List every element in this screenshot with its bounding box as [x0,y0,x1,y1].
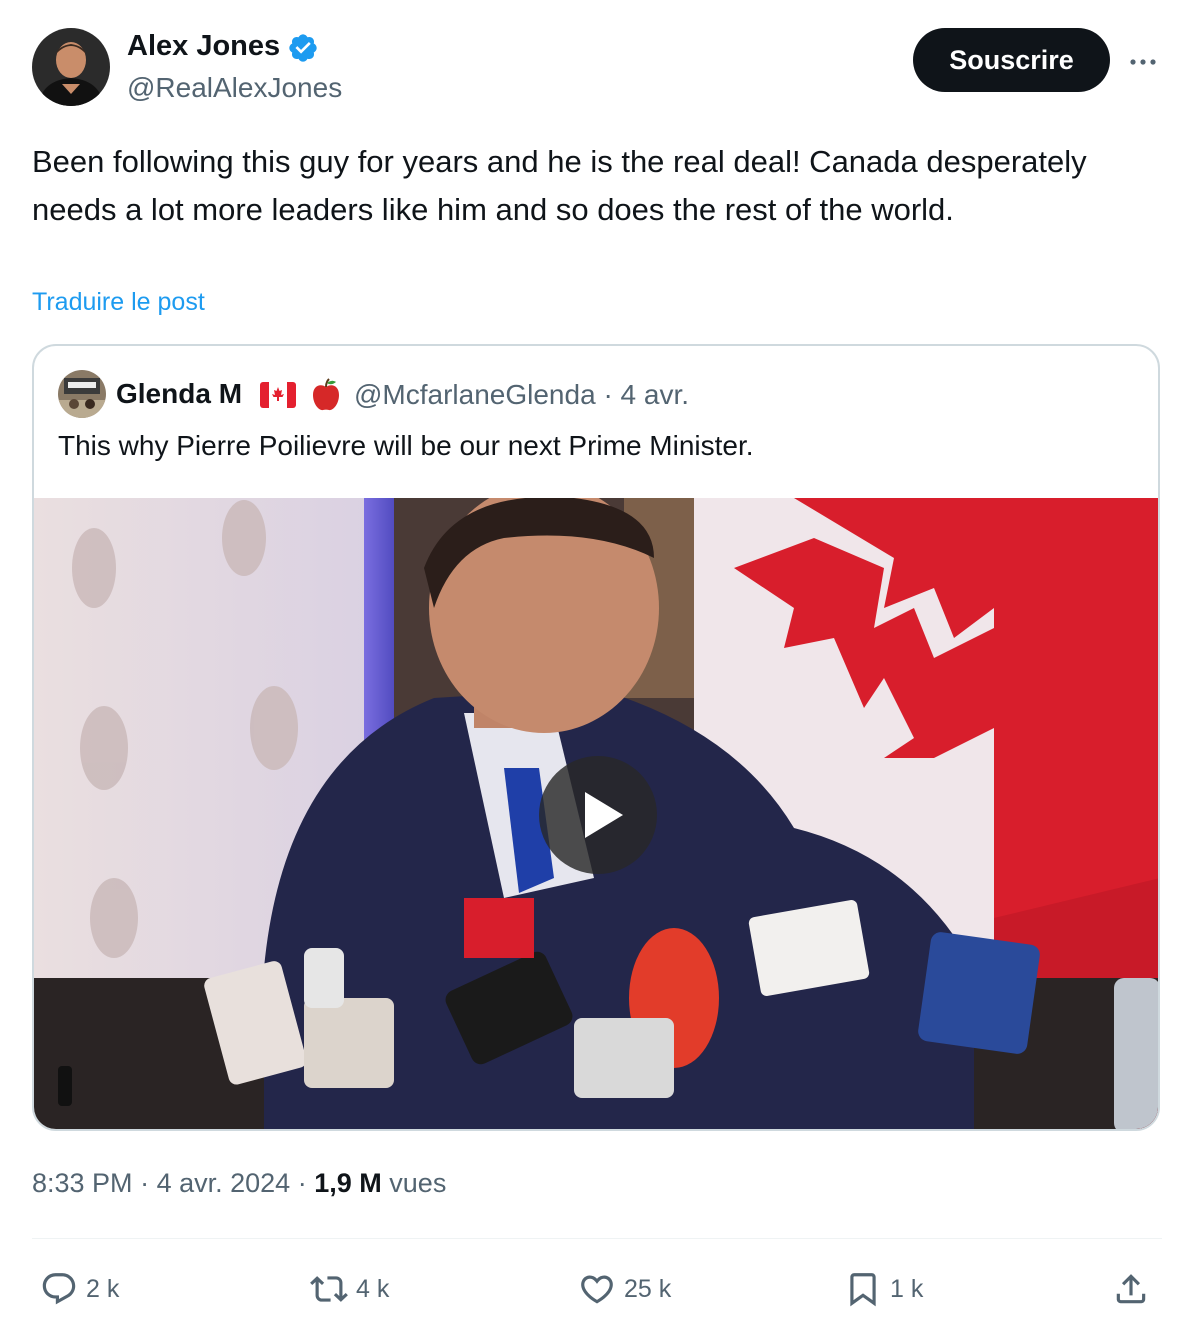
meta-separator: · [140,1168,150,1198]
repost-icon [310,1276,348,1302]
video-play-icon [585,792,623,838]
canada-flag-icon [260,382,296,408]
quote-author-handle[interactable]: @McfarlaneGlenda [354,379,596,410]
author-name[interactable]: Alex Jones [127,30,280,63]
translate-post-link[interactable]: Traduire le post [32,288,205,317]
avatar-image [32,28,110,106]
post-time[interactable]: 8:33 PM [32,1168,133,1198]
author-avatar[interactable] [32,28,110,106]
repost-button[interactable]: 4 k [310,1264,389,1314]
like-count: 25 k [624,1274,672,1303]
like-button[interactable]: 25 k [578,1264,671,1314]
quote-author-avatar[interactable] [58,370,106,418]
quoted-post-card[interactable]: Glenda M @McfarlaneGlenda · 4 avr. This … [32,344,1160,1131]
post-text: Been following this guy for years and he… [32,144,1087,227]
post-meta: 8:33 PM · 4 avr. 2024 · 1,9 M vues [32,1168,446,1199]
more-options-icon[interactable] [1125,44,1161,80]
heart-icon [581,1275,613,1304]
views-count: 1,9 M [314,1168,382,1198]
views-label: vues [389,1168,447,1198]
bookmark-icon [850,1273,876,1307]
video-thumbnail[interactable] [34,498,1158,1129]
divider [32,1238,1162,1239]
quote-meta: @McfarlaneGlenda · 4 avr. [354,379,689,411]
share-button[interactable] [1112,1264,1158,1314]
quote-avatar-image [58,370,106,418]
bookmark-count: 1 k [890,1274,924,1303]
share-icon [1116,1274,1146,1304]
video-play-button[interactable] [539,756,657,874]
apple-icon [313,378,339,411]
quote-date[interactable]: 4 avr. [621,379,689,410]
verified-badge-icon [289,34,317,62]
quote-separator: · [603,379,613,410]
bookmark-button[interactable]: 1 k [844,1264,923,1314]
repost-count: 4 k [356,1274,390,1303]
reply-icon [42,1273,76,1305]
reply-count: 2 k [86,1274,120,1303]
author-handle[interactable]: @RealAlexJones [127,72,342,104]
subscribe-button[interactable]: Souscrire [913,28,1110,92]
reply-button[interactable]: 2 k [40,1264,119,1314]
quote-author-name[interactable]: Glenda M [116,378,242,410]
post-date[interactable]: 4 avr. 2024 [157,1168,291,1198]
meta-separator: · [297,1168,307,1198]
quote-text: This why Pierre Poilievre will be our ne… [58,430,754,461]
